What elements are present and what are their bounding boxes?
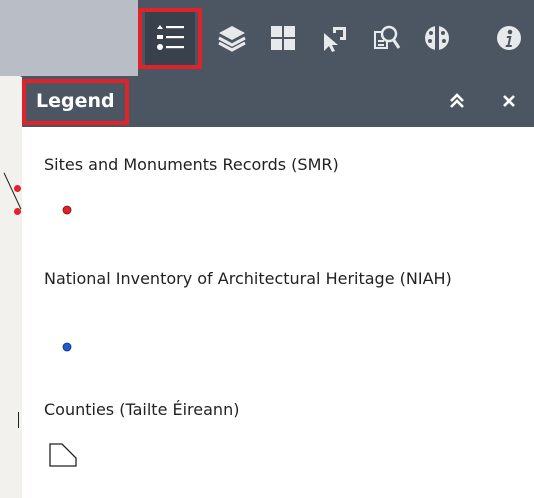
legend-panel: Legend Sites and Monuments Records (SMR)… bbox=[22, 76, 534, 498]
info-icon bbox=[497, 26, 521, 50]
query-button[interactable] bbox=[362, 10, 412, 66]
palette-icon bbox=[425, 25, 449, 51]
layers-icon bbox=[218, 26, 246, 52]
basemap-gallery-button[interactable] bbox=[258, 10, 308, 66]
select-button[interactable] bbox=[309, 10, 359, 66]
niah-point-symbol bbox=[62, 342, 72, 352]
legend-button-highlight bbox=[138, 8, 202, 69]
counties-polygon-symbol bbox=[49, 443, 77, 467]
about-button[interactable] bbox=[484, 10, 534, 66]
legend-panel-header: Legend bbox=[22, 76, 534, 127]
close-icon bbox=[503, 95, 515, 107]
header-toolbar bbox=[0, 0, 534, 76]
map-feature-point-red[interactable] bbox=[14, 185, 21, 192]
analysis-button[interactable] bbox=[412, 10, 462, 66]
collapse-button[interactable] bbox=[446, 90, 468, 112]
map-edge[interactable] bbox=[0, 70, 26, 498]
select-icon bbox=[324, 27, 346, 52]
query-icon bbox=[374, 25, 401, 49]
map-county-boundary bbox=[18, 412, 19, 428]
panel-title-highlight bbox=[22, 79, 129, 125]
legend-layer-title: Sites and Monuments Records (SMR) bbox=[44, 155, 339, 174]
double-chevron-up-icon bbox=[450, 93, 464, 108]
layer-list-button[interactable] bbox=[207, 10, 257, 66]
basemap-gallery-icon bbox=[271, 26, 295, 50]
smr-point-symbol bbox=[62, 205, 72, 215]
map-feature-point-red[interactable] bbox=[14, 208, 21, 215]
legend-layer-title: National Inventory of Architectural Heri… bbox=[44, 269, 452, 288]
close-button[interactable] bbox=[498, 90, 520, 112]
legend-layer-title: Counties (Tailte Éireann) bbox=[44, 400, 240, 419]
